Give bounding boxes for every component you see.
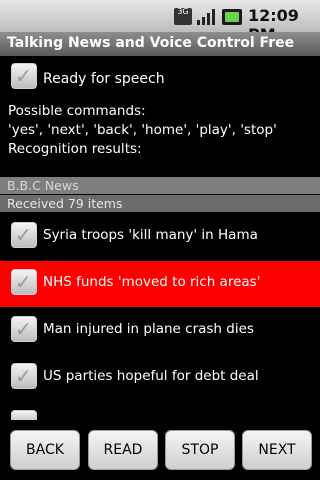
news-item-title: US parties hopeful for debt deal [43, 368, 259, 384]
news-source-name: B.B.C News [7, 178, 79, 193]
items-count-header: Received 79 items [0, 195, 320, 212]
checkmark-icon: ✓ [15, 270, 32, 294]
news-item[interactable]: ✓ Syria troops 'kill many' in Hama [0, 214, 320, 260]
checkmark-icon: ✓ [15, 223, 32, 247]
commands-list: 'yes', 'next', 'back', 'home', 'play', '… [8, 122, 277, 138]
status-bar: 3G 12:09 PM [0, 0, 320, 44]
news-item[interactable]: ✓ Man injured in plane crash dies [0, 308, 320, 354]
commands-heading: Possible commands: [8, 103, 146, 119]
news-item-title: Syria troops 'kill many' in Hama [43, 227, 258, 243]
news-item-title: NHS funds 'moved to rich areas' [43, 274, 261, 290]
news-item-checkbox[interactable]: ✓ [11, 222, 37, 248]
network-3g-icon: 3G [174, 8, 192, 25]
back-button[interactable]: BACK [10, 430, 80, 470]
items-count-text: Received 79 items [7, 196, 123, 211]
checkmark-icon: ✓ [15, 64, 32, 88]
checkmark-icon: ✓ [15, 317, 32, 341]
app-title-bar: Talking News and Voice Control Free [0, 32, 320, 56]
ready-checkbox[interactable]: ✓ [11, 63, 37, 89]
news-item-title: Man injured in plane crash dies [43, 321, 254, 337]
checkmark-icon: ✓ [15, 364, 32, 388]
news-item-checkbox[interactable]: ✓ [11, 269, 37, 295]
ready-label: Ready for speech [43, 71, 165, 87]
battery-icon [222, 9, 242, 25]
news-item-selected[interactable]: ✓ NHS funds 'moved to rich areas' [0, 261, 320, 307]
news-source-header: B.B.C News [0, 177, 320, 194]
read-button[interactable]: READ [88, 430, 158, 470]
signal-icon [197, 9, 215, 25]
stop-button[interactable]: STOP [165, 430, 235, 470]
next-button[interactable]: NEXT [242, 430, 312, 470]
news-item-checkbox[interactable]: ✓ [11, 316, 37, 342]
news-item[interactable]: ✓ US parties hopeful for debt deal [0, 355, 320, 401]
bottom-button-bar: BACK READ STOP NEXT [0, 420, 320, 480]
news-item-checkbox[interactable]: ✓ [11, 363, 37, 389]
app-title: Talking News and Voice Control Free [7, 35, 295, 51]
network-type-label: 3G [177, 7, 189, 16]
results-heading: Recognition results: [8, 141, 142, 157]
